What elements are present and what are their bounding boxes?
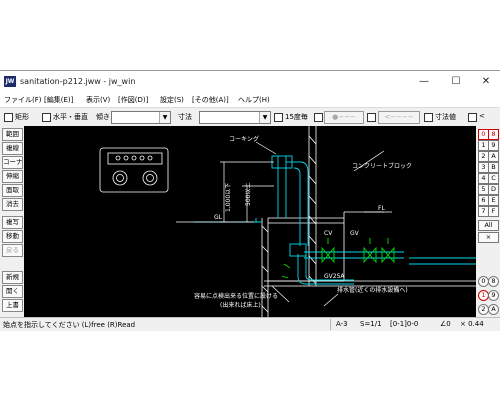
tool-open[interactable]: 開く [2,285,23,298]
label-inspection-note2: (出来れば床上) [220,301,261,309]
tool-corner[interactable]: コーナー [2,156,23,169]
deg15-label: 15度毎 [285,113,308,121]
maximize-button[interactable]: ☐ [442,71,470,93]
layer-group-A[interactable]: A [488,151,499,162]
layer-8-circle[interactable]: 8 [488,276,499,287]
tool-new[interactable]: 新規 [2,271,23,284]
chevron-down-icon: ▼ [259,112,270,123]
tool-move[interactable]: 移動 [2,230,23,243]
menu-view[interactable]: 表示(V) [86,95,110,105]
deg15-checkbox[interactable] [274,113,283,122]
layer-A-circle[interactable]: A [488,304,499,315]
status-zoom[interactable]: × 0.44 [460,320,484,328]
layer-group-8[interactable]: 8 [488,129,499,140]
label-gv: GV [350,230,360,237]
layer-group-B[interactable]: B [488,162,499,173]
app-icon: JW [4,76,16,87]
layer-group-D[interactable]: D [488,184,499,195]
label-concrete: コンクリートブロック [352,162,412,170]
arrow-mode-button[interactable]: <−−−− [378,111,420,124]
menu-settings[interactable]: 設定(S) [160,95,184,105]
title-bar: JW sanitation-p212.jww - jw_win — ☐ ✕ [0,71,500,93]
layer-group-C[interactable]: C [488,173,499,184]
toolbar: 矩形 水平・垂直 傾き ▼ 寸法 ▼ 15度毎 ●−−− <−−−− 寸法値 < [0,107,500,127]
dimval-checkbox[interactable] [424,113,433,122]
menu-draw[interactable]: [作図(D)] [118,95,148,105]
dim-dropdown[interactable]: ▼ [199,111,271,124]
menu-file[interactable]: ファイル(F) [4,95,42,105]
layer-group-E[interactable]: E [488,195,499,206]
layer-group-9[interactable]: 9 [488,140,499,151]
status-layer[interactable]: [0-1]0-0 [390,320,418,328]
dimval-label: 寸法値 [435,113,456,121]
label-gl: GL [214,214,223,221]
tool-erase[interactable]: 消去 [2,198,23,211]
tool-offset[interactable]: 複線 [2,142,23,155]
label-drain: 排水管(近くの排水設備へ) [337,286,408,294]
layer-toggle-button[interactable]: × [478,232,499,243]
menu-help[interactable]: ヘルプ(H) [238,95,270,105]
all-layers-button[interactable]: All [478,220,499,231]
lt-label: < [479,112,485,120]
label-inspection-note: 容易に点検出来る位置に設ける [194,292,278,300]
app-window: JW sanitation-p212.jww - jw_win — ☐ ✕ ファ… [0,70,500,331]
minimize-button[interactable]: — [410,71,438,93]
label-caulking: コーキング [229,135,259,143]
water-pipe [194,155,476,285]
control-panel-symbol [99,147,169,193]
status-paper[interactable]: A-3 [336,320,348,328]
point-mode-button[interactable]: ●−−− [324,111,364,124]
close-button[interactable]: ✕ [472,71,500,93]
status-scale[interactable]: S=1/1 [360,320,382,328]
tool-copy[interactable]: 複写 [2,216,23,229]
tool-chamfer[interactable]: 面取 [2,184,23,197]
rect-checkbox[interactable] [4,113,13,122]
horiz-vert-label: 水平・垂直 [53,113,88,121]
building-outline [261,211,384,317]
layer-9-circle[interactable]: 9 [488,290,499,301]
tool-save[interactable]: 上書 [2,299,23,312]
concrete-wall [264,126,476,287]
slope-label: 傾き [96,113,110,121]
label-dim-500: 500以上 [244,183,252,206]
layer-group-F[interactable]: F [488,206,499,217]
lt-checkbox[interactable] [468,113,477,122]
label-gv25a: GV25A [324,273,345,280]
status-message: 始点を指示してください (L)free (R)Read [3,321,136,329]
menu-bar: ファイル(F) [編集(E)] 表示(V) [作図(D)] 設定(S) [その他… [0,93,500,107]
drawing-canvas[interactable]: コーキング コンクリートブロック 500以上 1,000以下 GL FL CV … [24,126,476,317]
cad-drawing: コーキング コンクリートブロック 500以上 1,000以下 GL FL CV … [99,126,476,317]
arrow-checkbox[interactable] [367,113,376,122]
label-dim-1000: 1,000以下 [225,183,232,212]
tool-range[interactable]: 範囲 [2,128,23,141]
right-layer-panel: 0 8 1 9 2 A 3 B 4 C 5 D 6 E 7 F All × 0 … [476,126,500,317]
tool-undo[interactable]: 戻る [2,244,23,257]
status-bar: 始点を指示してください (L)free (R)Read A-3 S=1/1 [0… [0,317,500,331]
dim-label: 寸法 [178,113,192,121]
window-title: sanitation-p212.jww - jw_win [20,77,136,86]
label-cv: CV [324,230,333,237]
chevron-down-icon: ▼ [159,112,170,123]
left-tool-panel: 範囲 複線 コーナー 伸縮 面取 消去 複写 移動 戻る 新規 開く 上書 [0,126,24,317]
tool-stretch[interactable]: 伸縮 [2,170,23,183]
point-checkbox[interactable] [314,113,323,122]
menu-other[interactable]: [その他(A)] [192,95,229,105]
menu-edit[interactable]: [編集(E)] [44,95,73,105]
status-angle[interactable]: ∠0 [440,320,451,328]
status-divider [330,319,331,330]
horiz-vert-checkbox[interactable] [42,113,51,122]
slope-dropdown[interactable]: ▼ [111,111,171,124]
rect-label: 矩形 [15,113,29,121]
label-fl: FL [378,205,385,212]
